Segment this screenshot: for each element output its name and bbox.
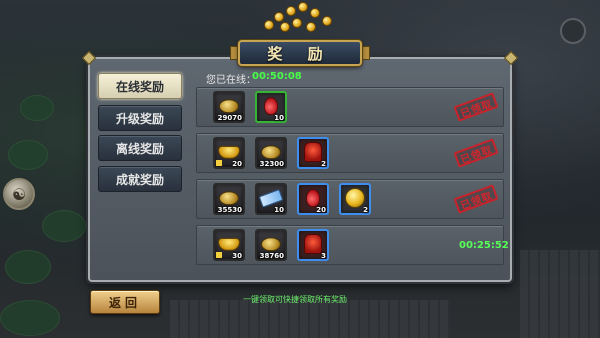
lily-pad	[20, 95, 54, 121]
item-quantity: 29070	[217, 114, 242, 122]
copper-coin-icon	[261, 145, 281, 160]
red-potion-icon	[264, 97, 278, 116]
claimed-stamp: 已领取	[453, 184, 499, 214]
reward-slot[interactable]: 32300	[255, 137, 287, 169]
item-quantity: 10	[274, 206, 284, 214]
reward-slot[interactable]: 20	[297, 183, 329, 215]
tab-offline-reward[interactable]: 离线奖励	[98, 135, 182, 161]
item-quantity: 2	[321, 160, 326, 168]
gold-orb-icon	[345, 188, 365, 208]
online-time-label: 您已在线：	[206, 75, 256, 86]
reward-row: 30 38760 3 00:25:52	[196, 225, 509, 265]
lily-pad	[42, 210, 86, 242]
tab-achievement-reward[interactable]: 成就奖励	[98, 166, 182, 192]
item-quantity: 2	[363, 206, 368, 214]
item-quantity: 32300	[259, 160, 284, 168]
copper-coin-icon	[219, 191, 239, 206]
item-quantity: 20	[316, 206, 326, 214]
item-quantity: 3	[321, 252, 326, 260]
reward-slot[interactable]: 38760	[255, 229, 287, 261]
reward-row: 35530 10 20 2 已领取	[196, 179, 504, 219]
gold-ingot-icon	[218, 145, 240, 159]
tab-online-reward[interactable]: 在线奖励	[98, 73, 182, 99]
claimed-stamp: 已领取	[453, 138, 499, 168]
side-menu-orb[interactable]: ☯	[3, 178, 35, 210]
item-quantity: 20	[232, 160, 242, 168]
bound-mark-icon	[216, 252, 222, 258]
reward-slot[interactable]: 10	[255, 183, 287, 215]
lily-pad	[0, 300, 60, 336]
reward-slot[interactable]: 2	[339, 183, 371, 215]
red-armor-icon	[304, 142, 322, 162]
coin-pile-icon	[258, 2, 342, 32]
reward-slot[interactable]: 10	[255, 91, 287, 123]
copper-coin-icon	[261, 237, 281, 252]
roof-tiles	[520, 250, 600, 338]
blue-scroll-icon	[258, 188, 284, 208]
copper-coin-icon	[219, 99, 239, 114]
roof-tiles	[170, 300, 450, 338]
reward-slot[interactable]: 35530	[213, 183, 245, 215]
bound-mark-icon	[216, 160, 222, 166]
claim-all-hint: 一键领取可快捷领取所有奖励	[243, 295, 347, 304]
red-potion-icon	[306, 189, 320, 208]
reward-slot[interactable]: 3	[297, 229, 329, 261]
corner-round-icon[interactable]	[560, 18, 586, 44]
online-time-value: 00:50:08	[252, 71, 302, 82]
reward-row: 29070 10 已领取	[196, 87, 504, 127]
reward-title: 奖 励	[238, 40, 362, 66]
reward-slot[interactable]: 2	[297, 137, 329, 169]
lily-pad	[5, 250, 51, 284]
item-quantity: 35530	[217, 206, 242, 214]
tab-levelup-reward[interactable]: 升级奖励	[98, 105, 182, 131]
back-button[interactable]: 返回	[90, 290, 160, 314]
reward-slot[interactable]: 30	[213, 229, 245, 261]
reward-row: 20 32300 2 已领取	[196, 133, 504, 173]
item-quantity: 10	[274, 114, 284, 122]
claimed-stamp: 已领取	[453, 92, 499, 122]
lily-pad	[8, 140, 48, 170]
red-armor-icon	[304, 234, 322, 254]
reward-countdown: 00:25:52	[459, 240, 509, 251]
item-quantity: 30	[232, 252, 242, 260]
reward-slot[interactable]: 29070	[213, 91, 245, 123]
gold-ingot-icon	[218, 237, 240, 251]
reward-slot[interactable]: 20	[213, 137, 245, 169]
item-quantity: 38760	[259, 252, 284, 260]
